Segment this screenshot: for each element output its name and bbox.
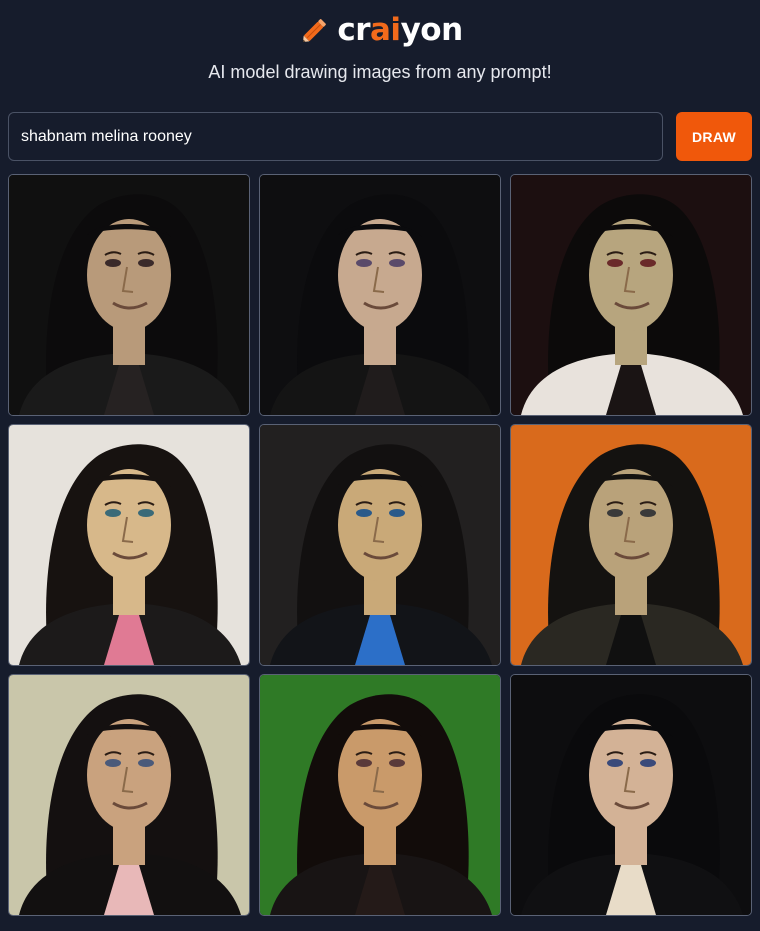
result-image-5[interactable] <box>259 424 501 666</box>
result-image-4[interactable] <box>8 424 250 666</box>
portrait-image <box>260 425 500 665</box>
result-image-8[interactable] <box>259 674 501 916</box>
result-image-1[interactable] <box>8 174 250 416</box>
logo[interactable]: craiyon <box>0 8 760 52</box>
portrait-image <box>260 175 500 415</box>
tagline: AI model drawing images from any prompt! <box>208 62 552 82</box>
logo-accent: ai <box>370 11 401 48</box>
portrait-image <box>511 675 751 915</box>
portrait-image <box>9 425 249 665</box>
portrait-image <box>511 425 751 665</box>
draw-button[interactable]: DRAW <box>676 112 752 161</box>
logo-suffix: yon <box>400 11 464 48</box>
result-image-9[interactable] <box>510 674 752 916</box>
portrait-image <box>9 675 249 915</box>
portrait-image <box>260 675 500 915</box>
result-image-3[interactable] <box>510 174 752 416</box>
logo-wordmark: craiyon <box>337 11 464 48</box>
results-grid <box>8 174 752 916</box>
result-image-2[interactable] <box>259 174 501 416</box>
logo-prefix: cr <box>337 11 371 48</box>
portrait-image <box>9 175 249 415</box>
craiyon-page: craiyon AI model drawing images from any… <box>0 0 760 931</box>
portrait-image <box>511 175 751 415</box>
result-image-7[interactable] <box>8 674 250 916</box>
prompt-input[interactable] <box>8 112 663 161</box>
pencil-icon <box>297 12 333 48</box>
result-image-6[interactable] <box>510 424 752 666</box>
